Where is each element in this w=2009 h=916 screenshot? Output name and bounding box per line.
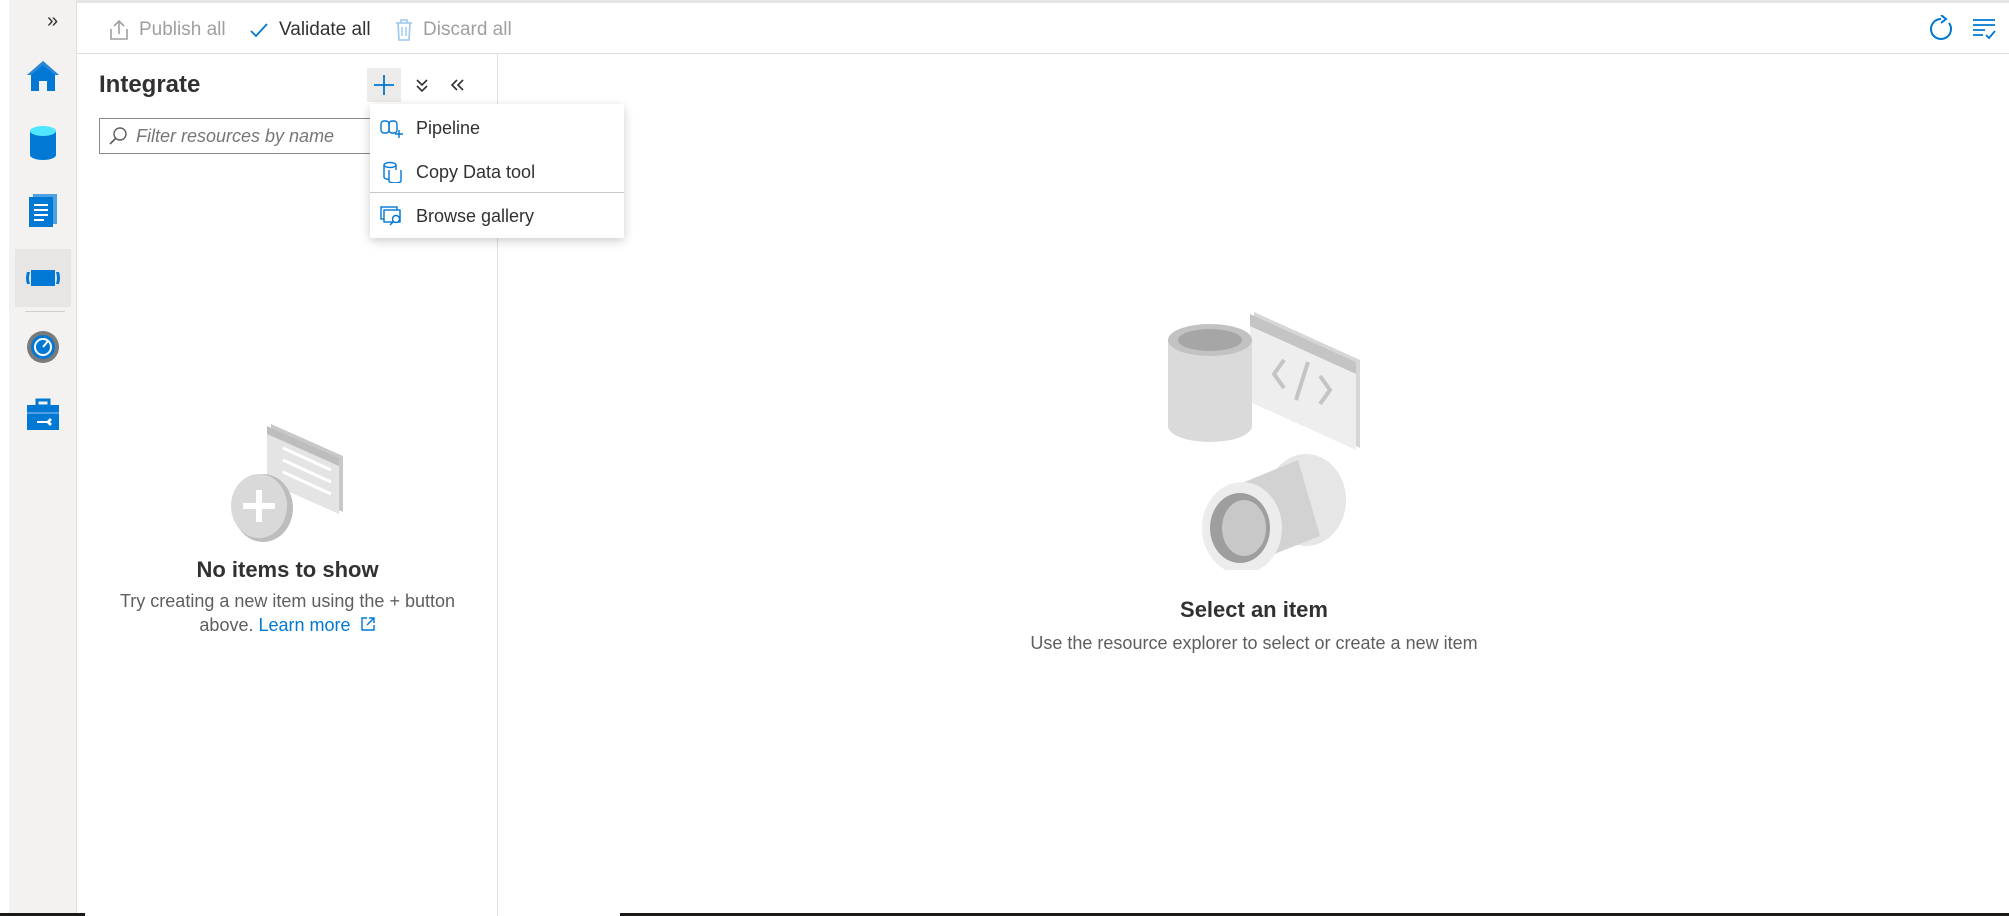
nav-develop[interactable] — [15, 181, 71, 239]
filter-box — [99, 118, 399, 154]
explorer-title: Integrate — [99, 71, 201, 98]
publish-all-button[interactable]: Publish all — [109, 15, 226, 45]
menu-divider — [370, 192, 624, 193]
collapse-all-button[interactable] — [405, 68, 439, 102]
pipeline-icon — [380, 120, 403, 138]
expand-nav-button[interactable]: » — [47, 8, 58, 34]
menu-item-pipeline-label: Pipeline — [416, 117, 481, 138]
main-empty-state: Select an item Use the resource explorer… — [499, 300, 2009, 654]
filter-resources-input[interactable] — [134, 124, 398, 148]
empty-items-illustration — [230, 424, 343, 542]
gallery-icon — [380, 206, 401, 226]
empty-title: No items to show — [196, 557, 379, 582]
publish-icon — [110, 19, 128, 40]
discard-all-button[interactable]: Discard all — [395, 15, 512, 45]
add-resource-menu: Pipeline Copy Data tool Browse gallery — [370, 104, 624, 238]
data-icon — [30, 126, 56, 160]
copy-data-icon — [383, 161, 402, 183]
menu-item-pipeline[interactable]: Pipeline — [370, 106, 624, 150]
refresh-icon — [1930, 14, 1952, 40]
toolbar: Publish all Validate all Discard all — [77, 0, 2009, 54]
nav-divider — [25, 311, 65, 312]
manage-icon — [27, 398, 59, 430]
explorer-empty-state: No items to show Try creating a new item… — [77, 414, 498, 637]
publish-all-label: Publish all — [139, 19, 226, 40]
learn-more-label: Learn more — [258, 615, 351, 635]
discard-all-label: Discard all — [423, 19, 512, 40]
nav-rail: » — [9, 0, 77, 916]
develop-icon — [29, 194, 57, 227]
main-description: Use the resource explorer to select or c… — [1030, 633, 1478, 653]
menu-item-copy-data-tool[interactable]: Copy Data tool — [370, 150, 624, 194]
empty-desc-line2: above. — [199, 615, 254, 635]
menu-item-browse-gallery[interactable]: Browse gallery — [370, 194, 624, 238]
chevron-double-left-icon — [450, 79, 464, 91]
empty-description: Try creating a new item using the + butt… — [77, 589, 498, 637]
validate-all-label: Validate all — [279, 19, 371, 40]
learn-more-link[interactable]: Learn more — [258, 615, 375, 635]
nav-data[interactable] — [15, 114, 71, 172]
nav-home[interactable] — [15, 47, 71, 105]
home-icon — [27, 61, 59, 91]
trash-icon — [396, 19, 412, 41]
chevron-double-down-icon — [416, 79, 428, 93]
integrate-icon — [26, 270, 60, 286]
plus-icon — [374, 75, 394, 95]
select-item-illustration — [1168, 312, 1360, 574]
refresh-button[interactable] — [1927, 14, 1955, 48]
monitor-icon — [27, 331, 59, 363]
external-link-icon — [360, 617, 375, 631]
checkmark-icon — [250, 23, 268, 38]
menu-item-browse-gallery-label: Browse gallery — [416, 205, 535, 226]
list-check-icon — [1973, 19, 1996, 40]
search-icon — [109, 127, 127, 145]
nav-manage[interactable] — [15, 386, 71, 444]
main-title: Select an item — [1180, 597, 1328, 622]
properties-button[interactable] — [1971, 15, 1997, 46]
validate-all-button[interactable]: Validate all — [249, 15, 371, 45]
empty-desc-line1: Try creating a new item using the + butt… — [119, 591, 455, 611]
nav-monitor[interactable] — [15, 318, 71, 376]
nav-integrate[interactable] — [15, 249, 71, 307]
collapse-panel-button[interactable] — [440, 68, 474, 102]
add-resource-button[interactable] — [367, 68, 401, 102]
menu-item-copy-data-label: Copy Data tool — [416, 161, 536, 182]
